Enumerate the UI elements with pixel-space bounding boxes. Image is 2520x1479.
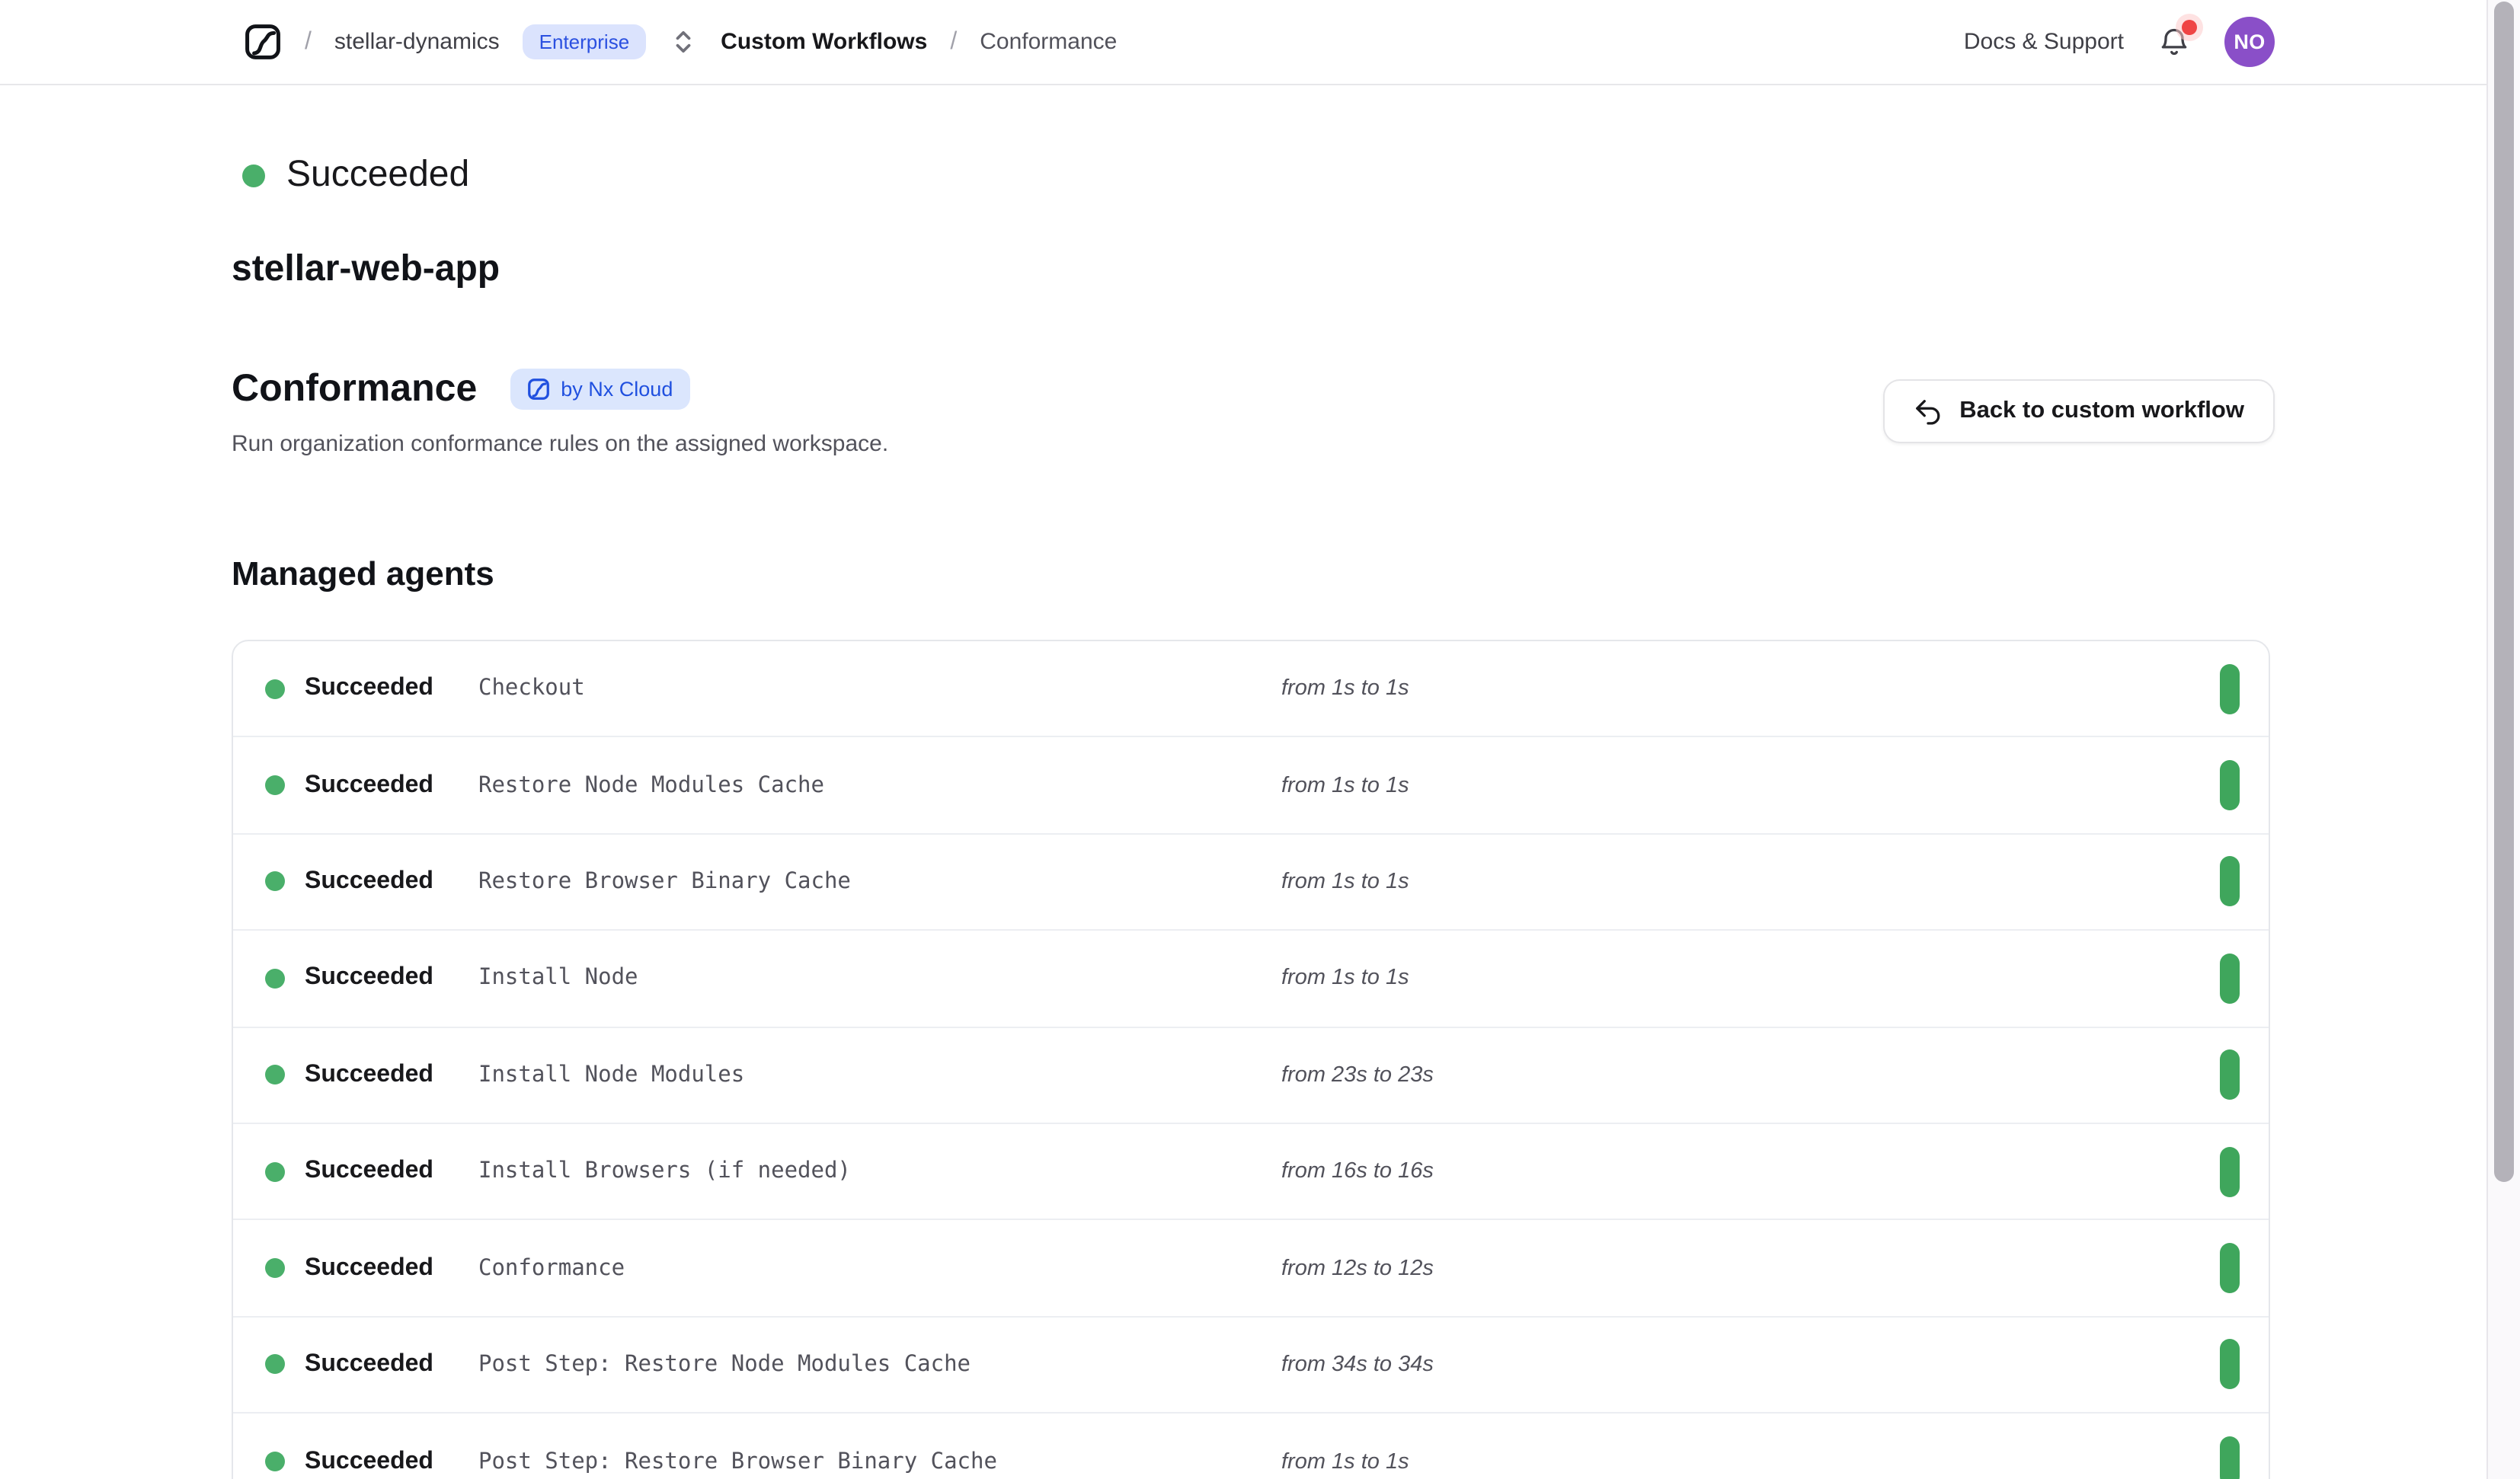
docs-support-link[interactable]: Docs & Support — [1964, 29, 2124, 55]
step-duration-bar — [2220, 760, 2240, 810]
notification-dot — [2182, 19, 2197, 34]
step-success-dot — [265, 1258, 285, 1278]
breadcrumb-separator: / — [950, 28, 957, 56]
nx-cloud-badge-icon — [527, 378, 550, 401]
chevron-up-down-icon — [672, 29, 695, 55]
step-name: Install Node — [478, 966, 1281, 991]
nx-cloud-app: / stellar-dynamics Enterprise Custom Wor… — [0, 0, 2520, 1479]
breadcrumb: / stellar-dynamics Enterprise Custom Wor… — [244, 23, 1117, 61]
navbar-actions: Docs & Support NO — [1964, 17, 2275, 67]
agent-steps-table: Succeeded Checkout from 1s to 1s Succeed… — [232, 640, 2270, 1479]
status-label: Succeeded — [286, 154, 469, 196]
back-button-label: Back to custom workflow — [1959, 398, 2244, 425]
agent-step-row[interactable]: Succeeded Conformance from 12s to 12s — [233, 1221, 2269, 1318]
step-name: Post Step: Restore Browser Binary Cache — [478, 1450, 1281, 1474]
step-name: Checkout — [478, 676, 1281, 701]
step-status-label: Succeeded — [305, 771, 433, 799]
step-status-label: Succeeded — [305, 1062, 433, 1089]
step-status-label: Succeeded — [305, 675, 433, 702]
plan-badge: Enterprise — [523, 24, 647, 59]
breadcrumb-separator: / — [305, 28, 312, 56]
step-success-dot — [265, 969, 285, 989]
step-timing: from 34s to 34s — [1281, 1353, 2220, 1377]
step-status-label: Succeeded — [305, 1449, 433, 1476]
step-timing: from 1s to 1s — [1281, 676, 2220, 701]
app-title: stellar-web-app — [232, 248, 2520, 291]
breadcrumb-page: Conformance — [980, 29, 1117, 55]
agent-step-row[interactable]: Succeeded Install Node from 1s to 1s — [233, 931, 2269, 1027]
run-status: Succeeded — [242, 154, 2520, 196]
step-status-cell: Succeeded — [265, 1351, 478, 1378]
agent-step-row[interactable]: Succeeded Restore Browser Binary Cache f… — [233, 835, 2269, 931]
step-duration-bar — [2220, 1243, 2240, 1293]
top-navbar: / stellar-dynamics Enterprise Custom Wor… — [0, 0, 2520, 85]
nx-cloud-logo[interactable] — [244, 23, 282, 61]
step-timing: from 12s to 12s — [1281, 1256, 2220, 1280]
step-duration-bar — [2220, 1146, 2240, 1196]
step-success-dot — [265, 1065, 285, 1085]
section-title: Conformance — [232, 367, 477, 411]
agent-step-row[interactable]: Succeeded Checkout from 1s to 1s — [233, 641, 2269, 738]
step-duration-bar — [2220, 1050, 2240, 1100]
step-success-dot — [265, 1161, 285, 1181]
step-status-cell: Succeeded — [265, 1254, 478, 1282]
step-duration-bar — [2220, 954, 2240, 1004]
step-duration-bar — [2220, 663, 2240, 714]
back-to-custom-workflow-button[interactable]: Back to custom workflow — [1883, 379, 2275, 443]
breadcrumb-workspace[interactable]: stellar-dynamics — [334, 29, 500, 55]
step-timing: from 16s to 16s — [1281, 1159, 2220, 1184]
step-duration-bar — [2220, 1340, 2240, 1390]
page-scrollbar-track[interactable] — [2486, 0, 2520, 1479]
step-timing: from 1s to 1s — [1281, 870, 2220, 894]
step-duration-bar — [2220, 1437, 2240, 1479]
step-status-cell: Succeeded — [265, 1158, 478, 1185]
agent-step-row[interactable]: Succeeded Install Browsers (if needed) f… — [233, 1124, 2269, 1221]
step-status-cell: Succeeded — [265, 771, 478, 799]
agent-step-row[interactable]: Succeeded Restore Node Modules Cache fro… — [233, 738, 2269, 835]
conformance-section: Conformance by Nx Cloud Run organization… — [232, 367, 2275, 457]
step-name: Restore Browser Binary Cache — [478, 870, 1281, 894]
step-status-cell: Succeeded — [265, 965, 478, 992]
by-nx-cloud-label: by Nx Cloud — [561, 379, 673, 400]
notifications-button[interactable] — [2157, 25, 2191, 59]
page-scrollbar-thumb[interactable] — [2494, 2, 2514, 1182]
step-name: Install Browsers (if needed) — [478, 1159, 1281, 1184]
step-status-cell: Succeeded — [265, 1062, 478, 1089]
step-status-cell: Succeeded — [265, 1449, 478, 1476]
step-name: Restore Node Modules Cache — [478, 773, 1281, 797]
step-status-label: Succeeded — [305, 1351, 433, 1378]
step-duration-bar — [2220, 857, 2240, 907]
user-avatar[interactable]: NO — [2224, 17, 2275, 67]
step-name: Conformance — [478, 1256, 1281, 1280]
step-success-dot — [265, 1452, 285, 1472]
step-success-dot — [265, 1355, 285, 1375]
step-status-cell: Succeeded — [265, 868, 478, 896]
by-nx-cloud-badge[interactable]: by Nx Cloud — [510, 369, 689, 410]
step-status-label: Succeeded — [305, 868, 433, 896]
step-status-cell: Succeeded — [265, 675, 478, 702]
agent-step-row[interactable]: Succeeded Install Node Modules from 23s … — [233, 1027, 2269, 1124]
step-success-dot — [265, 679, 285, 698]
step-status-label: Succeeded — [305, 1254, 433, 1282]
step-timing: from 1s to 1s — [1281, 773, 2220, 797]
breadcrumb-custom-workflows[interactable]: Custom Workflows — [721, 29, 927, 55]
agent-step-row[interactable]: Succeeded Post Step: Restore Browser Bin… — [233, 1414, 2269, 1479]
status-success-dot — [242, 164, 265, 187]
step-status-label: Succeeded — [305, 965, 433, 992]
step-status-label: Succeeded — [305, 1158, 433, 1185]
nx-cloud-logo-icon — [244, 23, 282, 61]
step-success-dot — [265, 872, 285, 892]
workspace-switcher-button[interactable] — [669, 26, 698, 58]
step-timing: from 23s to 23s — [1281, 1063, 2220, 1088]
agent-step-row[interactable]: Succeeded Post Step: Restore Node Module… — [233, 1317, 2269, 1414]
step-timing: from 1s to 1s — [1281, 966, 2220, 991]
step-success-dot — [265, 775, 285, 795]
arrow-uturn-left-icon — [1914, 397, 1943, 426]
step-name: Post Step: Restore Node Modules Cache — [478, 1353, 1281, 1377]
managed-agents-heading: Managed agents — [232, 554, 2520, 594]
step-name: Install Node Modules — [478, 1063, 1281, 1088]
step-timing: from 1s to 1s — [1281, 1450, 2220, 1474]
